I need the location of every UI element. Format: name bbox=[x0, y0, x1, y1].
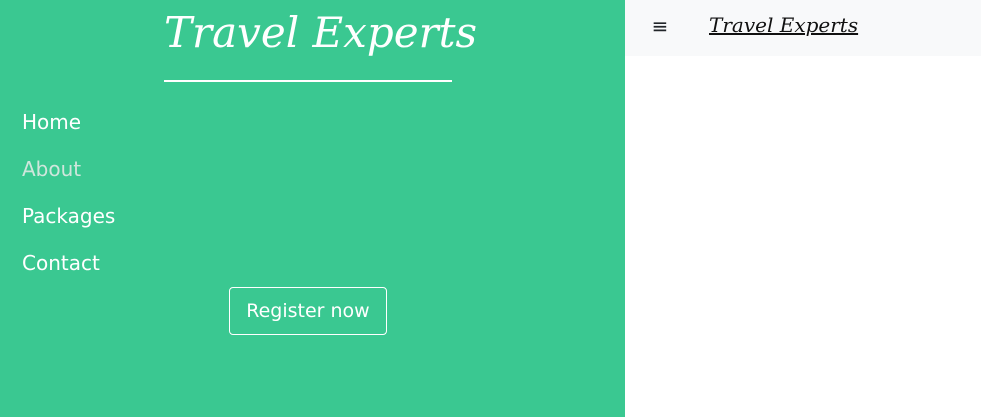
nav-item-contact[interactable]: Contact bbox=[22, 245, 115, 292]
sidebar-brand-title: Travel Experts bbox=[164, 8, 478, 57]
nav-item-home[interactable]: Home bbox=[22, 104, 115, 151]
sidebar: Travel Experts Home About Packages Conta… bbox=[0, 0, 625, 417]
main-content bbox=[625, 56, 981, 417]
menu-icon[interactable]: ≡ bbox=[649, 12, 671, 40]
brand-divider bbox=[164, 80, 452, 82]
register-now-button[interactable]: Register now bbox=[229, 287, 387, 335]
nav-item-packages[interactable]: Packages bbox=[22, 198, 115, 245]
topbar-brand-link[interactable]: Travel Experts bbox=[709, 10, 858, 40]
sidebar-nav: Home About Packages Contact bbox=[22, 104, 115, 292]
nav-item-about[interactable]: About bbox=[22, 151, 115, 198]
top-navbar: ≡ Travel Experts bbox=[625, 0, 981, 56]
